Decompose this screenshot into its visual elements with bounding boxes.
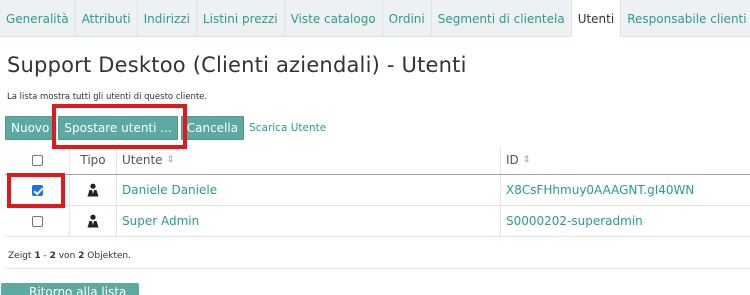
- tab-listini-prezzi[interactable]: Listini prezzi: [197, 0, 285, 37]
- tab-utenti[interactable]: Utenti: [571, 0, 622, 37]
- user-id-link[interactable]: X8CsFHhmuy0AAAGNT.gI40WN: [501, 175, 750, 205]
- user-icon: [87, 183, 99, 197]
- row-checkbox[interactable]: [31, 215, 43, 227]
- tab-attributi[interactable]: Attributi: [76, 0, 138, 37]
- tab-ordini[interactable]: Ordini: [383, 0, 432, 37]
- highlight-box: [7, 173, 65, 208]
- user-icon: [87, 214, 99, 228]
- sort-icon: ⇕: [166, 155, 175, 165]
- summary-total: 2: [78, 251, 85, 261]
- tab-generalita[interactable]: Generalità: [0, 0, 76, 37]
- tab-segmenti-clientela[interactable]: Segmenti di clientela: [432, 0, 572, 37]
- tab-indirizzi[interactable]: Indirizzi: [138, 0, 197, 37]
- header-type: Tipo: [70, 146, 117, 174]
- header-id[interactable]: ID ⇕: [501, 146, 750, 174]
- user-id-link[interactable]: S0000202-superadmin: [501, 206, 750, 236]
- header-id-label: ID: [506, 153, 519, 167]
- table-row[interactable]: Daniele Daniele X8CsFHhmuy0AAAGNT.gI40WN: [5, 175, 750, 206]
- delete-button[interactable]: Cancella: [180, 116, 245, 140]
- select-all-cell: [5, 146, 70, 174]
- tab-viste-catalogo[interactable]: Viste catalogo: [285, 0, 383, 37]
- tab-responsabile-clienti[interactable]: Responsabile clienti: [621, 0, 750, 37]
- highlight-box: [52, 104, 187, 149]
- summary-to: 2: [49, 251, 56, 261]
- page-title: Support Desktoo (Clienti aziendali) - Ut…: [7, 53, 467, 77]
- user-name-link[interactable]: Super Admin: [117, 206, 501, 236]
- select-all-checkbox[interactable]: [31, 154, 43, 166]
- summary-prefix: Zeigt: [8, 251, 32, 261]
- type-cell: [70, 175, 117, 205]
- sort-icon: ⇕: [522, 155, 531, 165]
- summary-mid: von: [58, 251, 76, 261]
- divider: [5, 268, 750, 269]
- summary-suffix: Objekten.: [87, 251, 131, 261]
- user-name-link[interactable]: Daniele Daniele: [117, 175, 501, 205]
- header-user[interactable]: Utente ⇕: [117, 146, 501, 174]
- back-to-list-button[interactable]: Ritorno alla lista: [1, 283, 139, 295]
- download-users-link[interactable]: Scarica Utente: [249, 122, 326, 134]
- row-select-cell: [5, 206, 70, 236]
- summary-dash: -: [43, 251, 47, 261]
- header-user-label: Utente: [122, 153, 163, 167]
- new-button[interactable]: Nuovo: [5, 116, 56, 140]
- tab-bar: Generalità Attributi Indirizzi Listini p…: [0, 0, 750, 37]
- page-description: La lista mostra tutti gli utenti di ques…: [7, 92, 208, 102]
- type-cell: [70, 206, 117, 236]
- table-row[interactable]: Super Admin S0000202-superadmin: [5, 206, 750, 237]
- summary-from: 1: [34, 251, 41, 261]
- pagination-summary: Zeigt 1 - 2 von 2 Objekten.: [8, 251, 131, 261]
- table-header-row: Tipo Utente ⇕ ID ⇕: [5, 146, 750, 175]
- users-table: Tipo Utente ⇕ ID ⇕ Daniele Daniele X8CsF…: [5, 146, 750, 237]
